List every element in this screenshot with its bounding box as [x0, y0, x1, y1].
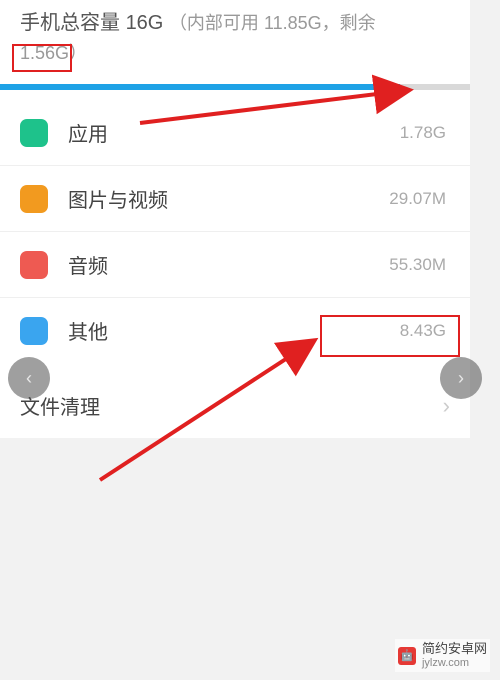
- category-row-photos-video[interactable]: 图片与视频 29.07M: [0, 166, 470, 232]
- chevron-left-icon: ‹: [26, 368, 32, 389]
- category-label: 其他: [68, 316, 400, 345]
- swatch-other: [20, 317, 48, 345]
- capacity-remaining: 1.56G）: [20, 43, 87, 63]
- storage-progress-fill: [0, 84, 400, 90]
- gallery-prev-button[interactable]: ‹: [8, 357, 50, 399]
- capacity-detail: （内部可用 11.85G，剩余: [169, 13, 376, 33]
- storage-progress-bar: [0, 84, 470, 90]
- capacity-title: 手机总容量 16G: [20, 12, 163, 34]
- file-cleanup-row[interactable]: 文件清理 ›: [0, 373, 470, 438]
- gallery-next-button[interactable]: ›: [440, 357, 482, 399]
- swatch-photos: [20, 185, 48, 213]
- category-value: 1.78G: [400, 123, 450, 143]
- category-row-other[interactable]: 其他 8.43G: [0, 298, 470, 363]
- watermark-logo-icon: 🤖: [398, 647, 416, 665]
- storage-category-list: 应用 1.78G 图片与视频 29.07M 音频 55.30M 其他 8.43G: [0, 100, 470, 363]
- storage-header: 手机总容量 16G （内部可用 11.85G，剩余 1.56G）: [0, 0, 470, 80]
- category-label: 应用: [68, 118, 400, 147]
- chevron-right-icon: ›: [458, 368, 464, 389]
- category-value: 8.43G: [400, 321, 450, 341]
- swatch-apps: [20, 119, 48, 147]
- category-value: 29.07M: [389, 189, 450, 209]
- watermark-site: jylzw.com: [422, 657, 487, 670]
- category-value: 55.30M: [389, 255, 450, 275]
- watermark-name: 简约安卓网: [422, 641, 487, 657]
- category-row-audio[interactable]: 音频 55.30M: [0, 232, 470, 298]
- swatch-audio: [20, 251, 48, 279]
- chevron-right-icon: ›: [443, 393, 450, 419]
- category-label: 音频: [68, 250, 389, 279]
- category-row-apps[interactable]: 应用 1.78G: [0, 100, 470, 166]
- watermark: 🤖 简约安卓网 jylzw.com: [395, 639, 490, 672]
- category-label: 图片与视频: [68, 184, 389, 213]
